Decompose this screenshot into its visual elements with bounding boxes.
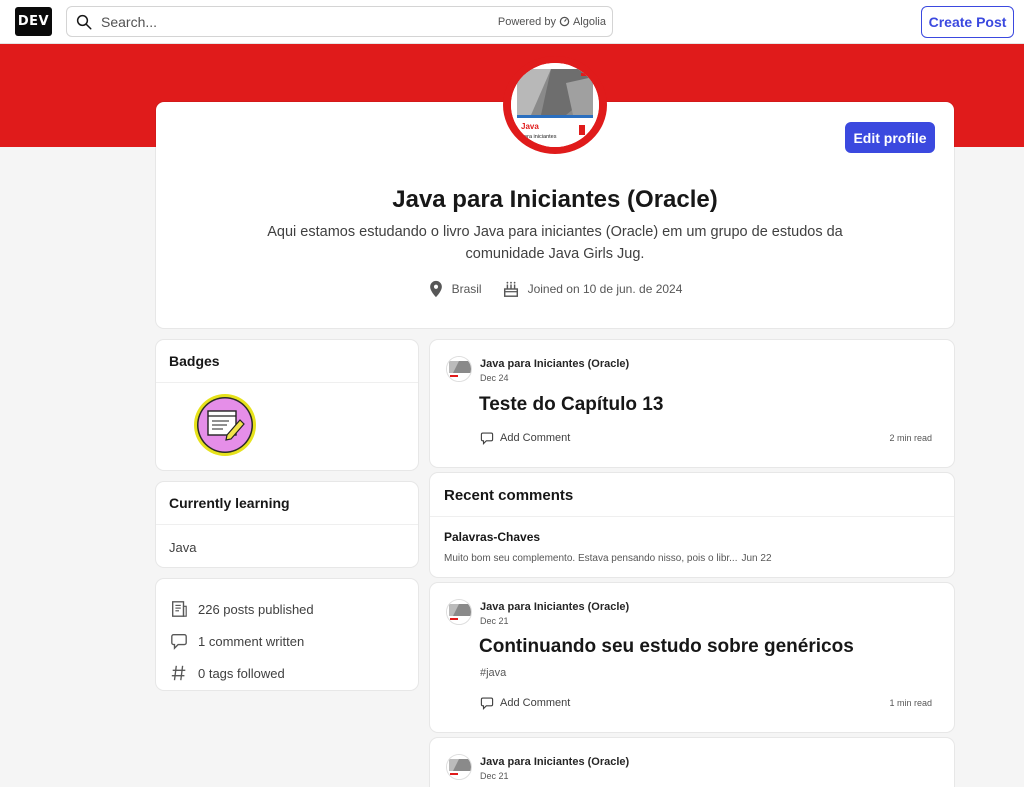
stat-posts: 226 posts published [170,593,404,625]
profile-joined: Joined on 10 de jun. de 2024 [502,280,683,298]
recent-comments-card: Recent comments Palavras-Chaves Muito bo… [430,473,954,577]
comment-excerpt: Muito bom seu complemento. Estava pensan… [444,553,738,564]
badges-card: Badges [156,340,418,470]
read-time: 2 min read [889,433,932,443]
avatar-image: Java para iniciantes [511,63,599,147]
writing-badge-icon[interactable] [193,393,257,457]
learning-value: Java [169,540,197,555]
author-name[interactable]: Java para Iniciantes (Oracle) [480,357,629,371]
profile-bio: Aqui estamos estudando o livro Java para… [267,224,843,262]
comment-excerpt-row[interactable]: Muito bom seu complemento. Estava pensan… [444,553,772,564]
avatar-book-title: Java [521,122,539,131]
post-icon [172,601,187,617]
search-input[interactable]: Search... Powered by Algolia [66,6,613,37]
powered-by-label: Powered by [497,15,556,28]
post-date[interactable]: Dec 21 [480,769,629,783]
algolia-label: Algolia [572,15,606,28]
stat-tags: 0 tags followed [170,657,404,689]
avatar-book-subtitle: para iniciantes [521,134,557,140]
post-author[interactable]: Java para Iniciantes (Oracle) Dec 21 [446,599,629,628]
post-author[interactable]: Java para Iniciantes (Oracle) Dec 21 [446,754,629,783]
joined-label: Joined on 10 de jun. de 2024 [527,282,683,296]
add-comment-button[interactable]: Add Comment [480,696,570,710]
post-card[interactable]: Java para Iniciantes (Oracle) Dec 21 [430,738,954,787]
comment-post-title[interactable]: Palavras-Chaves [444,530,540,544]
profile-name: Java para Iniciantes (Oracle) [392,186,718,213]
cake-icon [503,281,518,297]
powered-by-algolia[interactable]: Powered by Algolia [498,16,606,28]
author-avatar[interactable] [446,754,472,780]
dev-logo[interactable]: DEV [15,7,52,36]
post-date[interactable]: Dec 24 [480,371,629,385]
stat-comments-label: 1 comment written [198,633,305,649]
location-label: Brasil [451,282,482,296]
create-post-button[interactable]: Create Post [921,6,1014,38]
comment-icon [480,432,494,445]
post-card[interactable]: Java para Iniciantes (Oracle) Dec 21 Con… [430,583,954,732]
post-date[interactable]: Dec 21 [480,614,629,628]
location-pin-icon [429,280,442,298]
top-navbar: DEV Search... Powered by Algolia Create … [0,0,1024,44]
comment-date: Jun 22 [741,553,772,564]
learning-title: Currently learning [156,482,418,525]
edit-profile-button[interactable]: Edit profile [845,122,935,153]
profile-stats-card: 226 posts published 1 comment written 0 … [156,579,418,690]
post-title[interactable]: Teste do Capítulo 13 [479,394,663,416]
post-author[interactable]: Java para Iniciantes (Oracle) Dec 24 [446,356,629,385]
add-comment-label: Add Comment [500,697,571,709]
post-card[interactable]: Java para Iniciantes (Oracle) Dec 24 Tes… [430,340,954,467]
stat-posts-label: 226 posts published [198,601,314,617]
post-tag[interactable]: #java [480,667,506,679]
badges-title: Badges [156,340,418,383]
read-time: 1 min read [889,698,932,708]
profile-avatar: Java para iniciantes [503,56,607,154]
author-avatar[interactable] [446,599,472,625]
stat-tags-label: 0 tags followed [198,665,285,681]
post-footer: Add Comment 2 min read [480,431,932,445]
author-name[interactable]: Java para Iniciantes (Oracle) [480,600,629,614]
stat-comments: 1 comment written [170,625,404,657]
author-avatar[interactable] [446,356,472,382]
post-footer: Add Comment 1 min read [480,696,932,710]
search-icon [76,14,92,29]
profile-location: Brasil [428,280,482,298]
recent-comments-title: Recent comments [430,473,954,517]
algolia-icon [559,16,570,27]
profile-meta: Brasil Joined on 10 de jun. de 2024 [156,280,954,298]
search-placeholder: Search... [101,13,158,30]
hashtag-icon [171,665,186,681]
comment-icon [171,634,187,650]
currently-learning-card: Currently learning Java [156,482,418,567]
author-name[interactable]: Java para Iniciantes (Oracle) [480,755,629,769]
add-comment-label: Add Comment [500,432,571,444]
post-title[interactable]: Continuando seu estudo sobre genéricos [479,636,854,658]
comment-icon [480,697,494,710]
add-comment-button[interactable]: Add Comment [480,431,570,445]
